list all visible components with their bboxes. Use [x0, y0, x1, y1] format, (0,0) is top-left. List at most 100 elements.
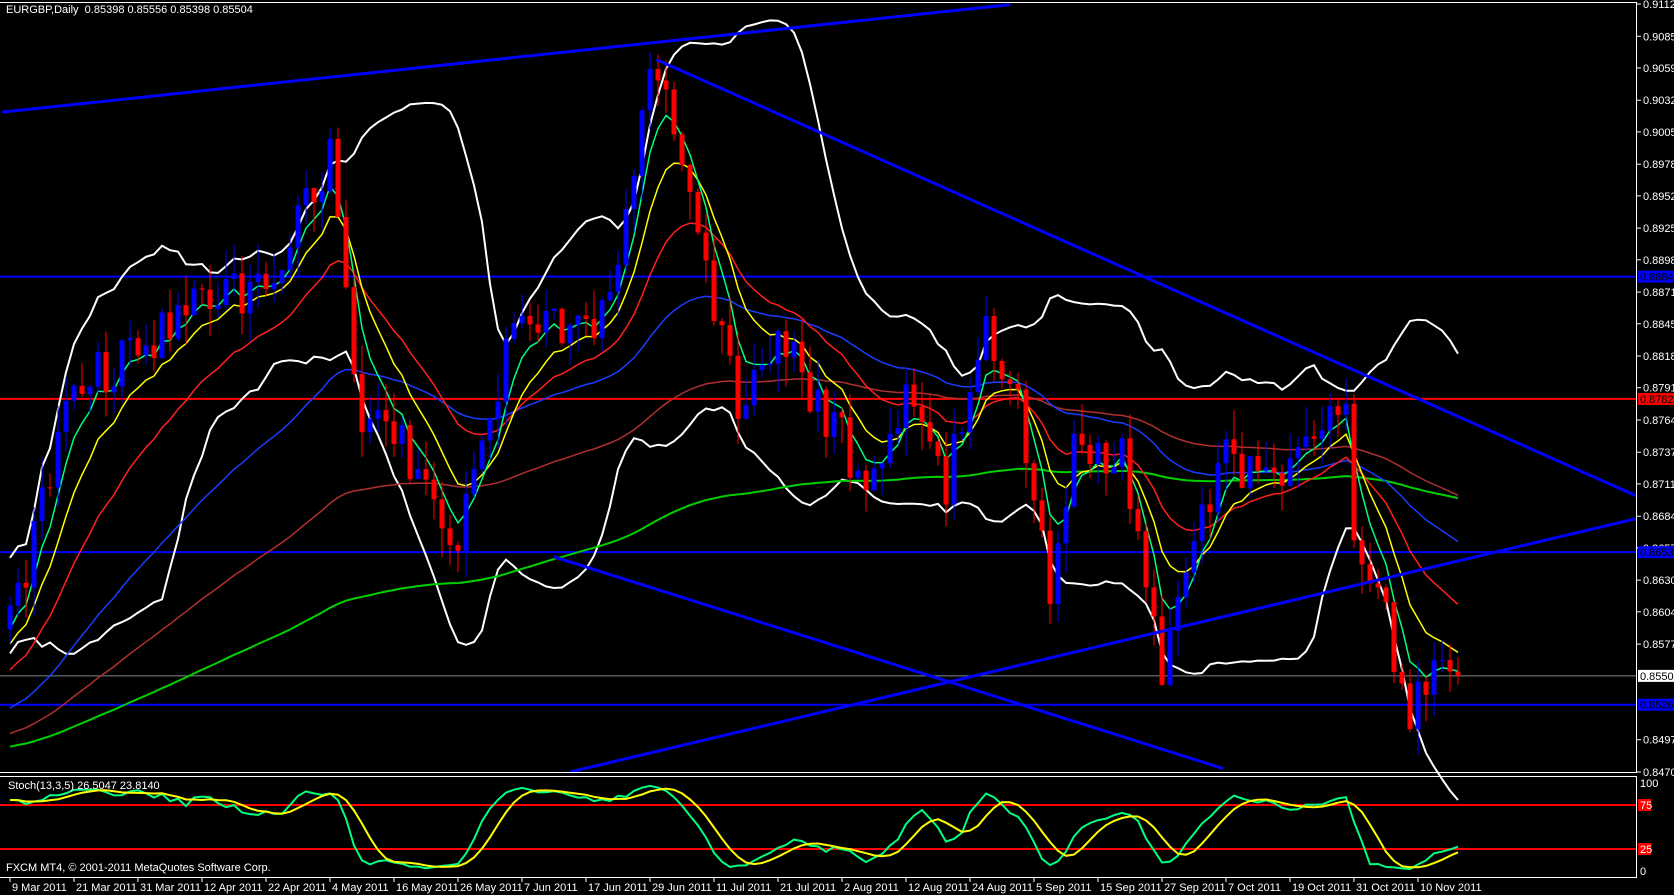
- candle-body: [767, 363, 773, 366]
- candle-body: [1183, 572, 1189, 597]
- candle-body: [919, 406, 925, 423]
- candle-body: [687, 164, 693, 192]
- level-price-label: 0.87821: [1640, 394, 1674, 406]
- chart-header: EURGBP,Daily 0.85398 0.85556 0.85398 0.8…: [6, 4, 253, 16]
- candle-body: [615, 264, 621, 292]
- candle-body: [111, 386, 117, 393]
- candle-body: [1159, 616, 1165, 685]
- candle-body: [87, 386, 93, 394]
- bull-candle: [479, 435, 485, 474]
- price-tick-label: 0.88985: [1643, 255, 1674, 267]
- candle-body: [503, 338, 509, 402]
- date-tick-label: 21 Mar 2011: [76, 882, 137, 894]
- candle-body: [1383, 587, 1389, 603]
- candle-body: [1287, 458, 1293, 486]
- current-price-label: 0.85504: [1640, 671, 1674, 683]
- level-price-label: 0.88844: [1640, 272, 1674, 284]
- candle-body: [823, 389, 829, 437]
- bear-candle: [695, 188, 701, 236]
- candle-body: [783, 331, 789, 357]
- candle-body: [1095, 442, 1101, 465]
- candle-body: [671, 89, 677, 135]
- candle-body: [55, 431, 61, 488]
- candle-body: [1127, 438, 1133, 510]
- candle-body: [327, 138, 333, 192]
- stoch-tick-label: 75: [1640, 800, 1652, 812]
- price-tick-label: 0.89785: [1643, 159, 1674, 171]
- candle-body: [1415, 681, 1421, 730]
- candle-body: [407, 425, 413, 480]
- candle-body: [279, 270, 285, 283]
- candle-body: [1199, 504, 1205, 542]
- bear-candle: [559, 307, 565, 346]
- date-tick-label: 16 May 2011: [396, 882, 459, 894]
- date-tick-label: 10 Nov 2011: [1420, 882, 1482, 894]
- candle-body: [439, 499, 445, 529]
- candle-body: [1343, 403, 1349, 415]
- price-tick-label: 0.89520: [1643, 191, 1674, 203]
- candle-body: [511, 323, 517, 339]
- candle-body: [623, 209, 629, 265]
- candle-body: [935, 441, 941, 457]
- candle-body: [655, 68, 661, 81]
- bear-candle: [1351, 393, 1357, 549]
- date-tick-label: 26 May 2011: [460, 882, 523, 894]
- price-tick-label: 0.85770: [1643, 639, 1674, 651]
- candle-body: [1423, 681, 1429, 695]
- candle-body: [1071, 433, 1077, 507]
- candle-body: [1191, 541, 1197, 573]
- candle-body: [383, 410, 389, 422]
- candle-body: [343, 216, 349, 288]
- candle-body: [463, 493, 469, 552]
- candle-body: [951, 434, 957, 505]
- candle-body: [455, 545, 461, 552]
- candle-body: [1247, 456, 1253, 488]
- candle-body: [1359, 540, 1365, 565]
- date-tick-label: 5 Sep 2011: [1036, 882, 1091, 894]
- candle-body: [367, 418, 373, 433]
- candle-body: [1447, 660, 1453, 672]
- date-tick-label: 11 Jul 2011: [716, 882, 771, 894]
- candle-body: [663, 80, 669, 90]
- candle-body: [1263, 467, 1269, 471]
- candle-body: [391, 421, 397, 445]
- candle-body: [31, 521, 37, 588]
- candle-body: [1023, 389, 1029, 464]
- candle-body: [303, 188, 309, 206]
- candle-body: [335, 138, 341, 217]
- candle-body: [135, 338, 141, 356]
- candle-body: [319, 191, 325, 203]
- candle-body: [975, 359, 981, 393]
- candle-body: [231, 273, 237, 280]
- candle-body: [535, 324, 541, 333]
- candle-body: [159, 312, 165, 359]
- candle-body: [879, 463, 885, 469]
- candle-body: [647, 68, 653, 111]
- candle-body: [1111, 466, 1117, 474]
- background: [0, 0, 1674, 895]
- price-tick-label: 0.87645: [1643, 415, 1674, 427]
- candle-body: [63, 400, 69, 432]
- price-tick-label: 0.90855: [1643, 31, 1674, 43]
- price-tick-label: 0.88450: [1643, 319, 1674, 331]
- price-tick-label: 0.90055: [1643, 127, 1674, 139]
- candle-body: [727, 325, 733, 356]
- price-tick-label: 0.86040: [1643, 607, 1674, 619]
- candle-body: [263, 273, 269, 289]
- candle-body: [375, 410, 381, 419]
- candle-body: [1055, 543, 1061, 605]
- candle-body: [983, 316, 989, 360]
- candle-body: [415, 469, 421, 480]
- candle-body: [887, 433, 893, 464]
- price-tick-label: 0.91125: [1643, 0, 1674, 11]
- candle-body: [1375, 583, 1381, 588]
- stoch-label: Stoch(13,3,5) 26.5047 23.8140: [8, 780, 160, 792]
- candle-body: [1215, 463, 1221, 513]
- candle-body: [559, 308, 565, 344]
- candle-body: [575, 315, 581, 325]
- candle-body: [775, 331, 781, 364]
- candle-body: [1223, 439, 1229, 464]
- candle-body: [1167, 630, 1173, 685]
- date-tick-label: 7 Oct 2011: [1228, 882, 1281, 894]
- candle-body: [167, 312, 173, 339]
